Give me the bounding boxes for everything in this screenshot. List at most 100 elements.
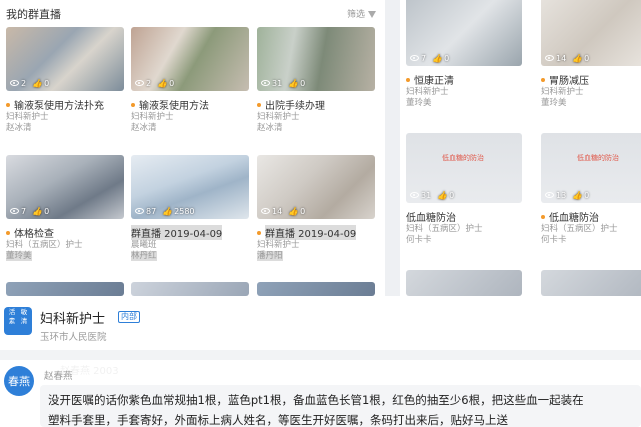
live-card[interactable]: 7 👍 0 恒康正清 妇科新护士 董玲美 <box>406 0 522 109</box>
view-icon <box>410 192 419 198</box>
live-dot-icon <box>6 102 10 107</box>
view-count: 7 <box>21 207 27 216</box>
card-group: 妇科（五病区）护士 <box>406 224 483 234</box>
card-title: 低血糖防治 <box>541 209 641 224</box>
view-count: 87 <box>146 207 157 216</box>
card-group: 妇科（五病区）护士 <box>6 240 83 250</box>
like-icon: 👍 <box>157 79 168 88</box>
view-icon <box>545 192 554 198</box>
filter-button[interactable]: 筛选 <box>347 7 376 20</box>
view-count: 14 <box>556 54 567 63</box>
card-group: 妇科新护士 <box>541 87 584 97</box>
card-author: 何卡卡 <box>406 235 432 245</box>
live-card[interactable]: 7 👍 0 体格检查 妇科（五病区）护士 董玲美 <box>6 155 124 262</box>
view-count: 31 <box>421 191 432 200</box>
live-dot-icon <box>406 77 410 82</box>
view-icon <box>545 55 554 61</box>
card-stats: 31 👍 0 <box>410 191 460 200</box>
card-title: 群直播 2019-04-09 <box>131 225 249 240</box>
view-count: 14 <box>272 207 283 216</box>
slide-title: 低血糖的防治 <box>577 154 619 162</box>
live-card[interactable]: 14 👍 0 群直播 2019-04-09 妇科新护士 潘丹阳 <box>257 155 375 262</box>
filter-icon <box>368 11 376 18</box>
view-icon <box>10 208 19 214</box>
live-dot-icon <box>257 102 261 107</box>
card-title: 输液泵使用方法扑充 <box>6 97 124 112</box>
live-card[interactable]: 2 👍 0 输液泵使用方法 妇科新护士 赵冰清 <box>131 27 249 134</box>
like-icon: 👍 <box>32 79 43 88</box>
live-card[interactable]: 低血糖的防治 31 👍 0 低血糖防治 妇科（五病区）护士 何卡卡 <box>406 133 522 246</box>
live-card[interactable]: 低血糖的防治 13 👍 0 低血糖防治 妇科（五病区）护士 何卡卡 <box>541 133 641 246</box>
live-thumbnail: 31 👍 0 <box>257 27 375 91</box>
message-bubble[interactable]: 没开医嘱的话你紫色血常规抽1根，蓝色pt1根，备血蓝色长管1根，红色的抽至少6根… <box>40 385 641 427</box>
card-stats: 31 👍 0 <box>261 79 311 88</box>
group-logo[interactable]: 活敏 素清 <box>4 307 32 335</box>
live-list-panel: 7 👍 0 恒康正清 妇科新护士 董玲美 14 👍 0 胃肠减压 妇科新护士 董玲美 低… <box>400 0 641 296</box>
live-thumbnail: 2 👍 0 <box>131 27 249 91</box>
like-count: 0 <box>300 79 306 88</box>
live-thumbnail: 2 👍 0 <box>6 27 124 91</box>
section-divider <box>0 350 641 360</box>
like-icon: 👍 <box>162 207 173 216</box>
live-card[interactable]: 14 👍 0 胃肠减压 妇科新护士 董玲美 <box>541 0 641 109</box>
live-thumbnail[interactable] <box>257 282 375 296</box>
internal-badge: 内部 <box>118 311 140 323</box>
live-thumbnail: 低血糖的防治 31 👍 0 <box>406 133 522 203</box>
like-count: 0 <box>44 207 50 216</box>
message-line: 没开医嘱的话你紫色血常规抽1根，蓝色pt1根，备血蓝色长管1根，红色的抽至少6根… <box>48 393 584 407</box>
live-thumbnail[interactable] <box>131 282 249 296</box>
card-stats: 14 👍 0 <box>261 207 311 216</box>
card-stats: 13 👍 0 <box>545 191 595 200</box>
filter-label: 筛选 <box>346 10 365 20</box>
card-title: 体格检查 <box>6 225 124 240</box>
group-name[interactable]: 妇科新护士 <box>40 308 105 327</box>
live-card[interactable]: 31 👍 0 出院手续办理 妇科新护士 赵冰清 <box>257 27 375 134</box>
card-author: 潘丹阳 <box>257 251 283 261</box>
avatar[interactable]: 春燕 <box>4 366 34 396</box>
like-icon: 👍 <box>572 191 583 200</box>
live-thumbnail[interactable] <box>541 270 641 296</box>
live-thumbnail: 14 👍 0 <box>257 155 375 219</box>
like-icon: 👍 <box>572 54 583 63</box>
like-count: 0 <box>44 79 50 88</box>
live-thumbnail: 7 👍 0 <box>406 0 522 66</box>
card-group: 妇科（五病区）护士 <box>541 224 618 234</box>
view-count: 7 <box>421 54 427 63</box>
message-item: 赵春燕 2003 春燕 赵春燕 没开医嘱的话你紫色血常规抽1根，蓝色pt1根，备… <box>0 360 641 427</box>
card-stats: 14 👍 0 <box>545 54 595 63</box>
card-group: 妇科新护士 <box>257 112 300 122</box>
live-dot-icon <box>6 230 10 235</box>
app-page: 我的群直播 筛选 2 👍 0 输液泵使用方法扑充 妇科新护士 赵冰清 2 👍 0 输液泵… <box>0 0 641 427</box>
live-thumbnail: 7 👍 0 <box>6 155 124 219</box>
live-thumbnail[interactable] <box>406 270 522 296</box>
card-title: 胃肠减压 <box>541 72 641 87</box>
like-count: 0 <box>584 54 590 63</box>
card-stats: 2 👍 0 <box>135 79 180 88</box>
card-title: 输液泵使用方法 <box>131 97 249 112</box>
view-count: 2 <box>146 79 152 88</box>
live-dot-icon <box>131 102 135 107</box>
live-thumbnail[interactable] <box>6 282 124 296</box>
card-group: 晨曦班 <box>131 240 157 250</box>
like-icon: 👍 <box>437 191 448 200</box>
card-author: 何卡卡 <box>541 235 567 245</box>
card-title: 低血糖防治 <box>406 213 456 224</box>
view-count: 31 <box>272 79 283 88</box>
card-author: 赵冰清 <box>6 123 32 133</box>
like-count: 0 <box>444 54 450 63</box>
live-card[interactable]: 87 👍 2580 群直播 2019-04-09 晨曦班 林丹红 <box>131 155 249 262</box>
like-count: 2580 <box>174 207 195 216</box>
like-icon: 👍 <box>288 79 299 88</box>
like-count: 0 <box>300 207 306 216</box>
card-stats: 7 👍 0 <box>10 207 55 216</box>
group-chat-section: 活敏 素清 妇科新护士 内部 玉环市人民医院 赵春燕 2003 春燕 赵春燕 没… <box>0 296 641 427</box>
view-icon <box>10 80 19 86</box>
like-count: 0 <box>169 79 175 88</box>
live-thumbnail: 低血糖的防治 13 👍 0 <box>541 133 641 203</box>
live-card[interactable]: 2 👍 0 输液泵使用方法扑充 妇科新护士 赵冰清 <box>6 27 124 134</box>
card-group: 妇科新护士 <box>6 112 49 122</box>
sender-name: 赵春燕 <box>44 371 73 382</box>
view-icon <box>261 80 270 86</box>
view-icon <box>261 208 270 214</box>
live-dot-icon <box>257 230 261 235</box>
